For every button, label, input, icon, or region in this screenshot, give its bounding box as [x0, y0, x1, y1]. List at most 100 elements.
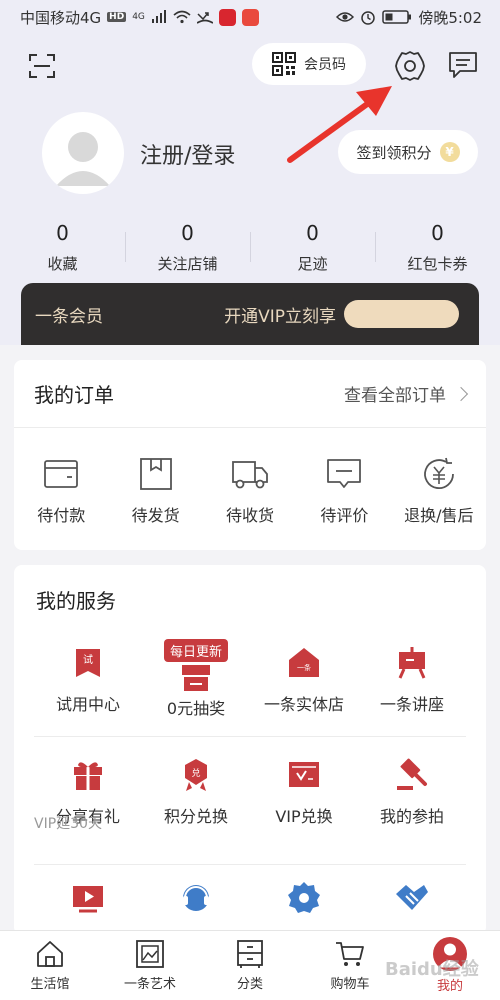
order-label: 待发货: [131, 506, 180, 525]
order-label: 退换/售后: [404, 506, 474, 525]
member-code-label: 会员码: [304, 57, 346, 73]
daily-update-badge: 每日更新: [163, 639, 229, 662]
stat-followed-shops[interactable]: 0 关注店铺: [125, 222, 250, 274]
service-lecture[interactable]: 一条讲座: [358, 645, 466, 736]
stat-label: 足迹: [297, 255, 328, 273]
order-label: 待收货: [226, 506, 275, 525]
art-frame-icon: [136, 940, 164, 968]
gift-icon: [74, 762, 102, 790]
trial-glyph: 试: [83, 653, 93, 666]
order-pending-payment[interactable]: 待付款: [14, 456, 108, 526]
lecture-icon: [398, 647, 426, 679]
customer-service-icon: [183, 885, 209, 911]
alarm-icon: [361, 11, 376, 25]
vip-open-pill[interactable]: [344, 300, 459, 328]
service-video[interactable]: [34, 880, 142, 925]
stat-history[interactable]: 0 足迹: [250, 222, 375, 274]
battery-icon: [382, 10, 412, 24]
refund-icon: [423, 457, 454, 490]
order-pending-shipment[interactable]: 待发货: [108, 456, 202, 526]
truck-icon: [232, 461, 268, 489]
qr-code-icon: [272, 52, 296, 76]
chevron-right-icon: [453, 386, 469, 401]
home-icon: [37, 941, 63, 967]
order-refund-service[interactable]: 退换/售后: [392, 456, 486, 526]
order-pending-receipt[interactable]: 待收货: [203, 456, 297, 526]
service-cooperation[interactable]: [358, 880, 466, 925]
eye-icon: [336, 12, 355, 22]
scan-icon[interactable]: [28, 52, 56, 80]
service-points-exchange[interactable]: 兑 积分兑换: [142, 757, 250, 864]
tab-category[interactable]: 分类: [200, 931, 300, 1000]
stat-value: 0: [431, 221, 444, 245]
login-register-link[interactable]: 注册/登录: [140, 138, 235, 170]
coin-icon: ¥: [439, 142, 460, 162]
trial-icon: 试: [76, 649, 100, 677]
service-customer-support[interactable]: [142, 880, 250, 925]
watermark: Baidu经验: [385, 959, 479, 980]
stat-value: 0: [181, 221, 194, 245]
default-avatar-icon: [56, 132, 110, 186]
wifi-icon: [173, 10, 191, 24]
orders-title: 我的订单: [34, 383, 114, 407]
view-all-label: 查看全部订单: [344, 386, 446, 406]
service-label: 一条讲座: [379, 695, 444, 714]
lottery-icon: [182, 665, 210, 691]
signin-label: 签到领积分: [356, 143, 432, 162]
member-code-button[interactable]: 会员码: [252, 43, 366, 85]
stat-favorites[interactable]: 0 收藏: [0, 222, 125, 274]
service-vip-exchange[interactable]: VIP兑换: [250, 757, 358, 864]
service-my-auctions[interactable]: 我的参拍: [358, 757, 466, 864]
services-row: [34, 865, 466, 925]
service-share-gift[interactable]: 分享有礼: [34, 757, 142, 864]
signal-icon: [151, 10, 166, 23]
settings-gear-icon[interactable]: [394, 50, 426, 82]
service-label: 试用中心: [55, 695, 120, 714]
stat-value: 0: [306, 221, 319, 245]
tab-label: 一条艺术: [123, 977, 176, 992]
points-glyph: 兑: [191, 767, 200, 779]
vip-title: 一条会员: [35, 306, 103, 327]
message-icon[interactable]: [447, 50, 479, 80]
service-label: VIP兑换: [275, 807, 333, 826]
orders-card: 我的订单 查看全部订单 待付款 待发货 待收货 待评价 退换/售后: [14, 360, 486, 550]
stat-label: 收藏: [47, 255, 78, 273]
store-glyph: 一条: [297, 663, 311, 672]
stat-coupons[interactable]: 0 红包卡券: [375, 222, 500, 274]
avatar[interactable]: [42, 112, 124, 194]
wallet-icon: [44, 460, 79, 488]
video-icon: [73, 886, 103, 913]
comment-icon: [327, 459, 362, 488]
tab-art[interactable]: 一条艺术: [100, 931, 200, 1000]
cart-icon: [336, 942, 364, 966]
view-all-orders-link[interactable]: 查看全部订单: [344, 381, 469, 406]
hd-badge: HD: [107, 12, 127, 22]
service-settings[interactable]: [250, 880, 358, 925]
order-pending-review[interactable]: 待评价: [297, 456, 391, 526]
auction-icon: [397, 758, 427, 790]
services-card: 我的服务 试 试用中心 每日更新 0元抽奖 一条 一条实体店 一条讲座 分享有礼…: [14, 565, 486, 935]
service-trial-center[interactable]: 试 试用中心: [34, 645, 142, 736]
tab-label: 生活馆: [30, 977, 70, 992]
vip-exchange-icon: [289, 762, 319, 787]
status-bar: 中国移动4G HD 4G 傍晚5:02: [0, 0, 500, 34]
tab-label: 购物车: [330, 977, 370, 992]
signin-points-button[interactable]: 签到领积分 ¥: [338, 130, 478, 174]
service-lottery[interactable]: 每日更新 0元抽奖: [142, 639, 250, 736]
vip-banner[interactable]: 一条会员 开通VIP立刻享: [21, 283, 479, 345]
network-label: 4G: [132, 12, 145, 22]
stats-row: 0 收藏 0 关注店铺 0 足迹 0 红包卡券: [0, 222, 500, 274]
settings-icon: [288, 882, 320, 913]
carrier-label: 中国移动4G: [20, 8, 102, 27]
app-notification-icon: [218, 8, 236, 26]
service-label: 我的参拍: [379, 807, 444, 826]
share-gift-subtext: VIP延30天: [34, 816, 102, 832]
points-exchange-icon: 兑: [185, 759, 207, 791]
vip-cta: 开通VIP立刻享: [224, 306, 336, 327]
service-physical-store[interactable]: 一条 一条实体店: [250, 645, 358, 736]
handshake-icon: [396, 885, 428, 910]
stat-label: 关注店铺: [157, 255, 218, 273]
missed-call-icon: [196, 12, 213, 24]
tab-life-hall[interactable]: 生活馆: [0, 931, 100, 1000]
clock-label: 傍晚5:02: [418, 8, 482, 27]
